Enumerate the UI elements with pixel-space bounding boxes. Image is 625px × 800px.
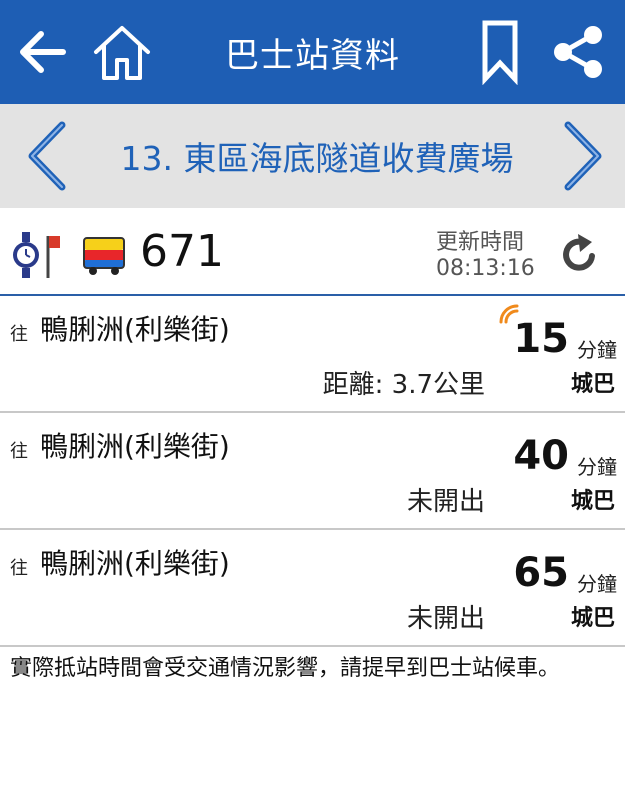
chevron-right-icon bbox=[564, 121, 602, 191]
update-time-value: 08:13:16 bbox=[436, 256, 535, 281]
next-stop-button[interactable] bbox=[548, 104, 618, 208]
update-time-label: 更新時間 bbox=[436, 230, 525, 255]
bus-company: 城巴 bbox=[570, 372, 615, 397]
home-icon bbox=[94, 26, 150, 80]
eta-unit: 分鐘 bbox=[577, 455, 617, 479]
page-title: 巴士站資料 bbox=[225, 35, 400, 76]
bus-icon bbox=[83, 237, 125, 275]
eta-status: 未開出 bbox=[406, 487, 485, 517]
eta-row[interactable]: 往 鴨脷洲(利樂街) 65 分鐘 未開出 城巴 bbox=[0, 530, 625, 647]
back-arrow-icon bbox=[20, 31, 66, 73]
direction-prefix: 往 bbox=[10, 441, 28, 462]
previous-stop-button[interactable] bbox=[12, 104, 82, 208]
refresh-icon bbox=[563, 234, 595, 271]
eta-minutes: 65 bbox=[513, 550, 569, 596]
destination: 鴨脷洲(利樂街) bbox=[40, 313, 230, 346]
direction-prefix: 往 bbox=[10, 324, 28, 345]
route-number: 671 bbox=[140, 226, 224, 277]
direction-prefix: 往 bbox=[10, 558, 28, 579]
share-icon bbox=[554, 26, 602, 78]
bookmark-icon bbox=[482, 20, 518, 85]
bus-company: 城巴 bbox=[570, 606, 615, 631]
eta-row[interactable]: 往 鴨脷洲(利樂街) 40 分鐘 未開出 城巴 bbox=[0, 413, 625, 530]
home-button[interactable] bbox=[86, 0, 158, 104]
stop-name: 13. 東區海底隧道收費廣場 bbox=[120, 139, 514, 178]
eta-status: 距離: 3.7公里 bbox=[322, 370, 485, 400]
back-button[interactable] bbox=[6, 0, 80, 104]
destination: 鴨脷洲(利樂街) bbox=[40, 547, 230, 580]
watch-flag-icon bbox=[13, 232, 60, 278]
chevron-left-icon bbox=[28, 121, 66, 191]
destination: 鴨脷洲(利樂街) bbox=[40, 430, 230, 463]
bus-company: 城巴 bbox=[570, 489, 615, 514]
bookmark-button[interactable] bbox=[474, 0, 526, 104]
share-button[interactable] bbox=[544, 0, 612, 104]
eta-minutes: 40 bbox=[513, 433, 569, 479]
route-header: 671 更新時間 08:13:16 bbox=[0, 208, 625, 296]
stop-navigation-bar: 13. 東區海底隧道收費廣場 bbox=[0, 104, 625, 208]
arrival-notice: 實際抵站時間會受交通情況影響，請提早到巴士站候車。 bbox=[10, 656, 561, 681]
eta-row[interactable]: 往 鴨脷洲(利樂街) 15 分鐘 距離: 3.7公里 城巴 bbox=[0, 296, 625, 413]
eta-status: 未開出 bbox=[406, 604, 485, 634]
refresh-button[interactable] bbox=[552, 226, 608, 282]
eta-minutes: 15 bbox=[513, 316, 569, 362]
eta-unit: 分鐘 bbox=[577, 338, 617, 362]
app-bar: 巴士站資料 bbox=[0, 0, 625, 104]
eta-unit: 分鐘 bbox=[577, 572, 617, 596]
